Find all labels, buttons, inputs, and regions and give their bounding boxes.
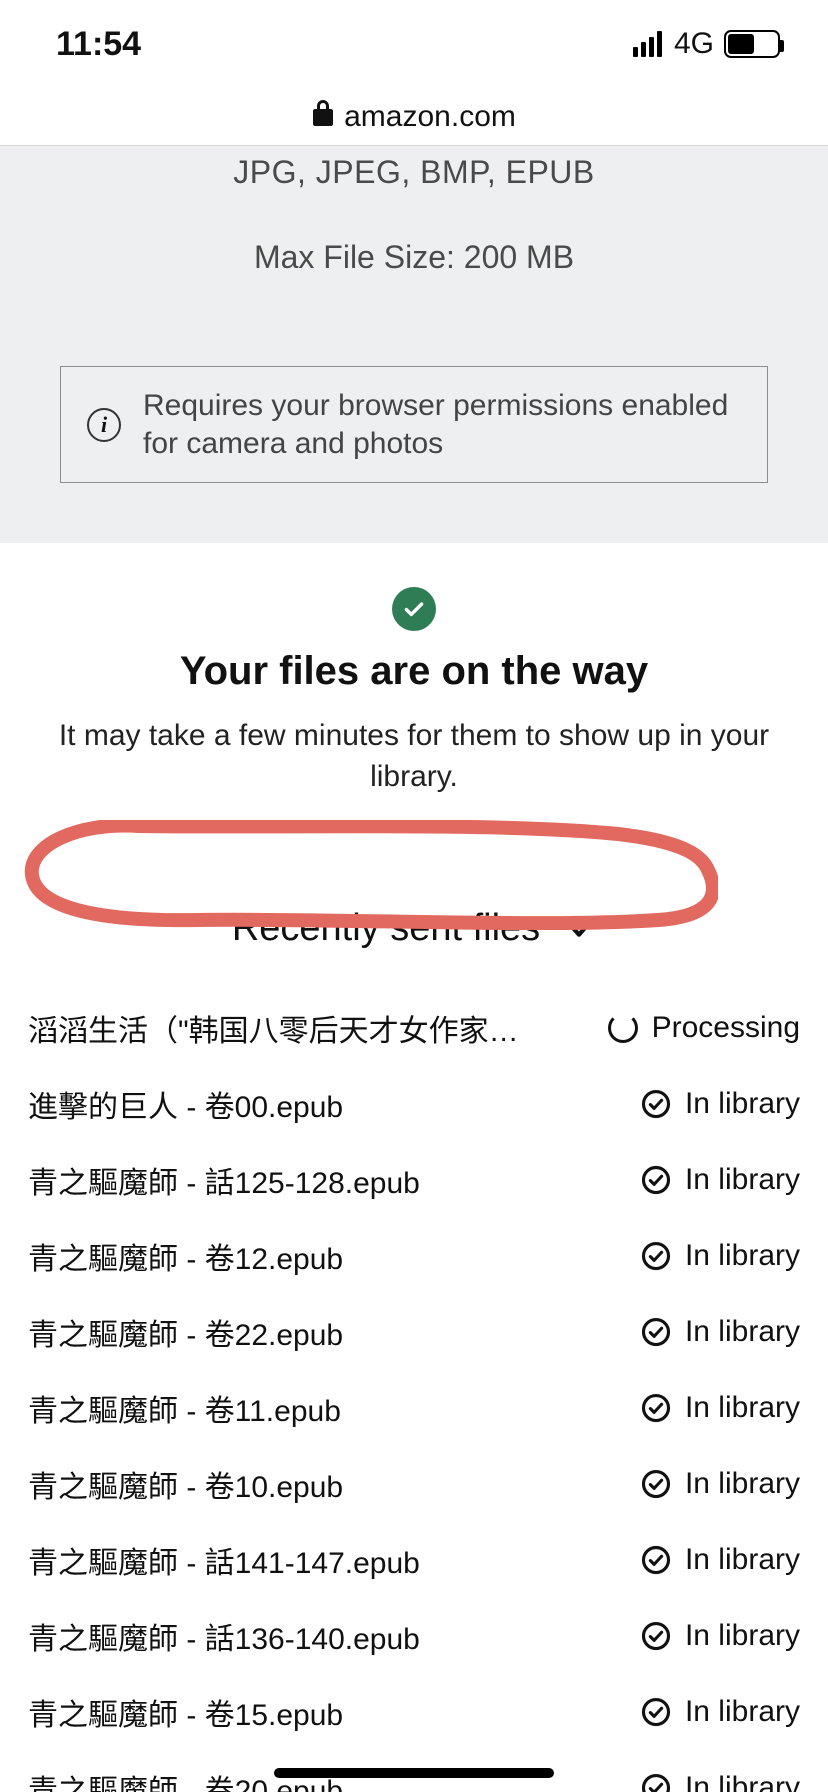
permission-notice: i Requires your browser permissions enab… — [60, 366, 768, 483]
status-time: 11:54 — [56, 25, 141, 64]
signal-icon — [633, 31, 662, 57]
file-row[interactable]: 青之驅魔師 - 卷22.epub In library — [24, 1294, 804, 1370]
file-status: In library — [641, 1087, 800, 1121]
status-label: In library — [685, 1315, 800, 1349]
home-indicator[interactable] — [274, 1768, 554, 1778]
status-label: Processing — [652, 1011, 800, 1045]
info-icon: i — [87, 408, 121, 442]
file-name: 青之驅魔師 - 話141-147.epub — [28, 1538, 420, 1582]
status-label: In library — [685, 1391, 800, 1425]
file-row[interactable]: 青之驅魔師 - 卷12.epub In library — [24, 1218, 804, 1294]
file-name: 青之驅魔師 - 卷10.epub — [28, 1462, 343, 1506]
file-status: Processing — [608, 1011, 800, 1045]
status-label: In library — [685, 1239, 800, 1273]
file-row[interactable]: 青之驅魔師 - 話141-147.epub In library — [24, 1522, 804, 1598]
file-row[interactable]: 滔滔生活（"韩国八零后天才女作家"… Processing — [24, 990, 804, 1066]
upload-success-section: Your files are on the way It may take a … — [0, 543, 828, 797]
file-name: 青之驅魔師 - 卷15.epub — [28, 1690, 343, 1734]
file-status: In library — [641, 1543, 800, 1577]
file-row[interactable]: 青之驅魔師 - 卷11.epub In library — [24, 1370, 804, 1446]
file-row[interactable]: 青之驅魔師 - 話125-128.epub In library — [24, 1142, 804, 1218]
success-title: Your files are on the way — [28, 649, 800, 694]
file-status: In library — [641, 1619, 800, 1653]
supported-formats: JPG, JPEG, BMP, EPUB — [24, 146, 804, 191]
file-status: In library — [641, 1163, 800, 1197]
browser-url-bar[interactable]: amazon.com — [0, 88, 828, 146]
spinner-icon — [608, 1013, 638, 1043]
checkmark-icon — [392, 587, 436, 631]
file-name: 進擊的巨人 - 卷00.epub — [28, 1082, 343, 1126]
chevron-down-icon — [562, 912, 596, 946]
file-name: 青之驅魔師 - 卷11.epub — [28, 1386, 341, 1430]
file-status: In library — [641, 1467, 800, 1501]
file-row[interactable]: 青之驅魔師 - 卷15.epub In library — [24, 1674, 804, 1750]
permission-text: Requires your browser permissions enable… — [143, 387, 741, 462]
success-subtitle: It may take a few minutes for them to sh… — [28, 716, 800, 797]
status-label: In library — [685, 1695, 800, 1729]
file-status: In library — [641, 1695, 800, 1729]
file-status: In library — [641, 1239, 800, 1273]
recent-files-label: Recently sent files — [232, 907, 540, 950]
lock-icon — [312, 100, 334, 133]
file-name: 青之驅魔師 - 話125-128.epub — [28, 1158, 420, 1202]
file-name: 青之驅魔師 - 話136-140.epub — [28, 1614, 420, 1658]
battery-icon — [724, 30, 780, 58]
file-row[interactable]: 青之驅魔師 - 卷10.epub In library — [24, 1446, 804, 1522]
recent-files-section: Recently sent files 滔滔生活（"韩国八零后天才女作家"… Pr… — [0, 907, 828, 1792]
upload-dropzone[interactable]: JPG, JPEG, BMP, EPUB Max File Size: 200 … — [0, 146, 828, 543]
status-label: In library — [685, 1619, 800, 1653]
network-label: 4G — [674, 27, 714, 61]
file-status: In library — [641, 1315, 800, 1349]
file-name: 青之驅魔師 - 卷12.epub — [28, 1234, 343, 1278]
status-right: 4G — [633, 27, 780, 61]
max-file-size: Max File Size: 200 MB — [24, 239, 804, 276]
file-name: 青之驅魔師 - 卷22.epub — [28, 1310, 343, 1354]
recent-files-toggle[interactable]: Recently sent files — [24, 907, 804, 950]
status-label: In library — [685, 1543, 800, 1577]
status-label: In library — [685, 1087, 800, 1121]
file-list: 滔滔生活（"韩国八零后天才女作家"… Processing 進擊的巨人 - 卷00.… — [24, 990, 804, 1792]
file-name: 滔滔生活（"韩国八零后天才女作家"… — [28, 1006, 528, 1050]
status-label: In library — [685, 1163, 800, 1197]
url-domain: amazon.com — [344, 100, 516, 134]
file-status: In library — [641, 1771, 800, 1792]
status-bar: 11:54 4G — [0, 0, 828, 88]
file-row[interactable]: 進擊的巨人 - 卷00.epub In library — [24, 1066, 804, 1142]
file-row[interactable]: 青之驅魔師 - 話136-140.epub In library — [24, 1598, 804, 1674]
file-status: In library — [641, 1391, 800, 1425]
status-label: In library — [685, 1467, 800, 1501]
status-label: In library — [685, 1771, 800, 1792]
